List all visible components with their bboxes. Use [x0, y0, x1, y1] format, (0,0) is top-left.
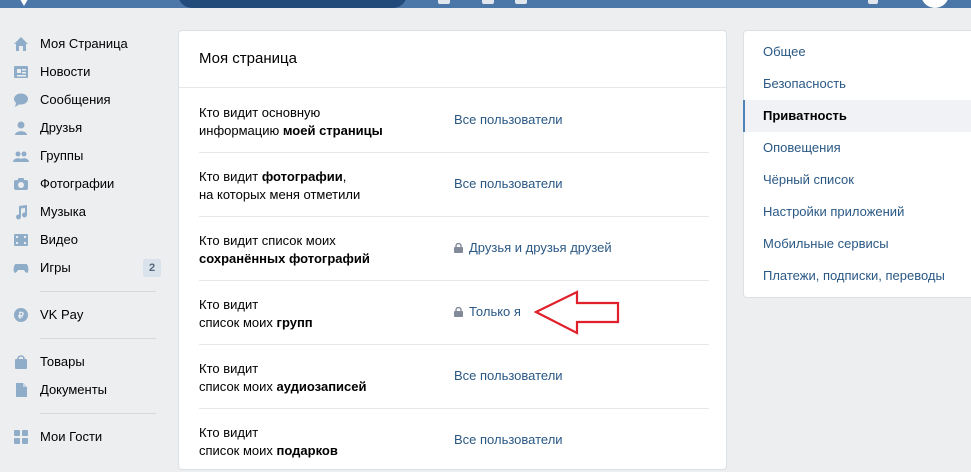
- settings-menu: Общее Безопасность Приватность Оповещени…: [743, 30, 971, 298]
- settings-menu-privacy[interactable]: Приватность: [743, 100, 971, 132]
- settings-menu-mobile-services[interactable]: Мобильные сервисы: [744, 228, 971, 260]
- sidebar-item-my-page[interactable]: Моя Страница: [0, 30, 170, 58]
- video-icon: [14, 234, 28, 246]
- notification-icon[interactable]: [868, 0, 878, 4]
- vkpay-icon: ₽: [14, 308, 28, 322]
- messages-icon: [14, 93, 28, 107]
- privacy-row: Кто видит фотографии, на которых меня от…: [199, 152, 709, 217]
- sidebar-item-label: Группы: [40, 148, 84, 163]
- privacy-question: Кто видит список моих сохранённых фотогр…: [199, 233, 370, 266]
- bag-icon: [15, 355, 27, 369]
- sidebar-item-label: Друзья: [40, 120, 83, 135]
- privacy-row: Кто видит основную информацию моей стран…: [199, 88, 709, 153]
- privacy-question: Кто видит список моих групп: [199, 297, 313, 330]
- privacy-value-dropdown[interactable]: Все пользователи: [454, 432, 563, 448]
- gamepad-icon: [13, 264, 29, 273]
- privacy-row: Кто видит список моих сохранённых фотогр…: [199, 216, 709, 281]
- nav-divider: [40, 413, 156, 414]
- sidebar-item-documents[interactable]: Документы: [0, 376, 170, 404]
- music-icon: [16, 205, 27, 220]
- bell-icon[interactable]: [438, 0, 450, 4]
- privacy-value-dropdown[interactable]: Друзья и друзья друзей: [454, 240, 612, 256]
- privacy-question: Кто видит список моих подарков: [199, 425, 338, 458]
- sidebar-item-label: Товары: [40, 354, 85, 369]
- home-icon: [14, 37, 28, 51]
- privacy-value-dropdown[interactable]: Все пользователи: [454, 176, 563, 192]
- lock-icon: [454, 243, 463, 253]
- groups-icon: [13, 151, 29, 162]
- sidebar-item-label: Игры: [40, 260, 71, 275]
- privacy-value-dropdown[interactable]: Все пользователи: [454, 368, 563, 384]
- sidebar-item-label: Новости: [40, 64, 91, 79]
- friends-icon: [15, 121, 27, 135]
- sidebar-item-label: Видео: [40, 232, 78, 247]
- music-player-icon[interactable]: [482, 0, 494, 4]
- play-icon[interactable]: [515, 0, 527, 4]
- privacy-question: Кто видит фотографии, на которых меня от…: [199, 169, 361, 202]
- privacy-row: Кто видит список моих подарков Все польз…: [199, 408, 709, 472]
- settings-menu-general[interactable]: Общее: [744, 36, 971, 68]
- vk-logo-icon[interactable]: [16, 0, 36, 6]
- search-input[interactable]: [178, 0, 407, 8]
- avatar[interactable]: [921, 0, 949, 8]
- sidebar-item-games[interactable]: Игры 2: [0, 254, 170, 282]
- sidebar-item-label: Музыка: [40, 204, 86, 219]
- news-icon: [14, 66, 28, 78]
- settings-menu-payments[interactable]: Платежи, подписки, переводы: [744, 260, 971, 292]
- sidebar-item-photos[interactable]: Фотографии: [0, 170, 170, 198]
- sidebar-item-music[interactable]: Музыка: [0, 198, 170, 226]
- sidebar-item-messages[interactable]: Сообщения: [0, 86, 170, 114]
- sidebar-item-label: Сообщения: [40, 92, 111, 107]
- sidebar-item-groups[interactable]: Группы: [0, 142, 170, 170]
- nav-divider: [40, 291, 156, 292]
- games-count-badge: 2: [143, 259, 161, 277]
- nav-divider: [40, 338, 156, 339]
- sidebar-item-vk-pay[interactable]: ₽ VK Pay: [0, 301, 170, 329]
- settings-menu-blacklist[interactable]: Чёрный список: [744, 164, 971, 196]
- privacy-row: Кто видит список моих аудиозаписей Все п…: [199, 344, 709, 409]
- privacy-settings-card: Моя страница Кто видит основную информац…: [178, 30, 727, 470]
- settings-menu-app-settings[interactable]: Настройки приложений: [744, 196, 971, 228]
- privacy-value-dropdown[interactable]: Только я: [454, 304, 521, 320]
- sidebar-item-friends[interactable]: Друзья: [0, 114, 170, 142]
- privacy-question: Кто видит список моих аудиозаписей: [199, 361, 367, 394]
- page-title: Моя страница: [199, 50, 297, 67]
- card-header: Моя страница: [179, 31, 726, 88]
- sidebar-item-my-guests[interactable]: Мои Гости: [0, 423, 170, 451]
- annotation-arrow-icon: [534, 290, 620, 335]
- sidebar-item-goods[interactable]: Товары: [0, 348, 170, 376]
- sidebar-item-label: Фотографии: [40, 176, 115, 191]
- sidebar-item-label: Моя Страница: [40, 36, 128, 51]
- sidebar-item-news[interactable]: Новости: [0, 58, 170, 86]
- settings-menu-security[interactable]: Безопасность: [744, 68, 971, 100]
- sidebar-item-label: Мои Гости: [40, 429, 103, 444]
- settings-menu-notifications[interactable]: Оповещения: [744, 132, 971, 164]
- lock-icon: [454, 307, 463, 317]
- privacy-question: Кто видит основную информацию моей стран…: [199, 105, 383, 138]
- sidebar-item-label: Документы: [40, 382, 108, 397]
- privacy-value-dropdown[interactable]: Все пользователи: [454, 112, 563, 128]
- camera-icon: [14, 178, 28, 190]
- privacy-row: Кто видит список моих групп Только я: [199, 280, 709, 345]
- sidebar-item-label: VK Pay: [40, 307, 84, 322]
- sidebar-item-video[interactable]: Видео: [0, 226, 170, 254]
- document-icon: [16, 383, 27, 397]
- apps-icon: [14, 430, 28, 444]
- svg-text:₽: ₽: [18, 311, 24, 321]
- top-bar: [0, 0, 971, 8]
